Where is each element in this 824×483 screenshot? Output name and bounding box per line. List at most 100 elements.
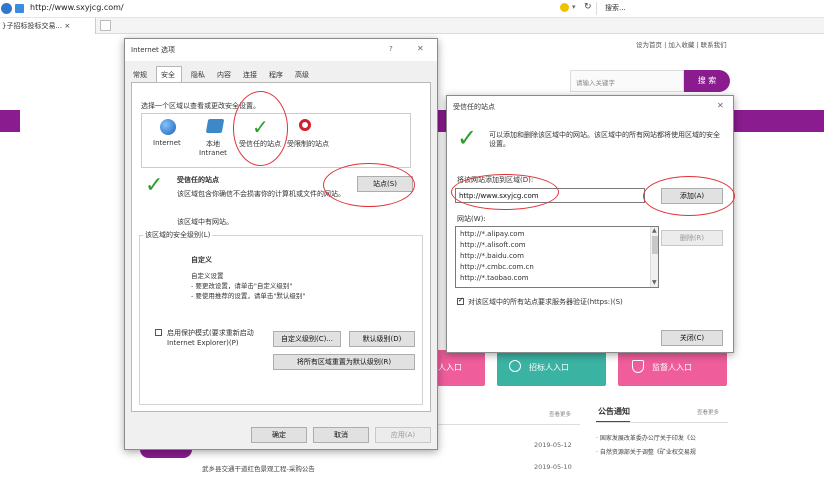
site-entry[interactable]: http://*.taobao.com	[460, 274, 529, 282]
site-entry[interactable]: http://*.alipay.com	[460, 230, 524, 238]
zone-has-sites: 该区域中有网站。	[177, 218, 233, 226]
zone-intranet-label[interactable]: 本地 Intranet	[199, 139, 227, 157]
browser-search-box[interactable]: 搜索...	[596, 2, 824, 15]
dropdown-icon[interactable]: ▾	[572, 3, 576, 11]
https-checkbox[interactable]: ✓	[457, 296, 464, 305]
protected-mode-label: 启用保护模式(要求重新启动 Internet Explorer)(P)	[167, 329, 254, 347]
tab-programs[interactable]: 程序	[269, 70, 283, 80]
notice-item-1[interactable]: · 国家发展改革委办公厅关于印发《公	[596, 433, 696, 442]
scroll-up-icon[interactable]: ▲	[652, 227, 657, 234]
cancel-button[interactable]: 取消	[313, 427, 369, 443]
default-level-button-label: 默认级别(D)	[362, 335, 402, 343]
site-search-input[interactable]: 请输入关键字	[570, 70, 684, 92]
trusted-titlebar: 受信任的站点 ✕	[447, 96, 733, 116]
tab-general[interactable]: 常规	[133, 70, 147, 80]
cancel-button-label: 取消	[334, 431, 348, 439]
left-list-divider	[435, 424, 580, 425]
ok-button[interactable]: 确定	[251, 427, 307, 443]
tab-security[interactable]: 安全	[161, 70, 175, 80]
security-icon[interactable]	[560, 3, 569, 12]
new-tab-icon[interactable]	[100, 20, 111, 31]
apply-button[interactable]: 应用(A)	[375, 427, 431, 443]
security-level-group	[139, 235, 423, 405]
notice-title: 公告通知	[598, 407, 630, 416]
bidder-entry-label: 招标人入口	[529, 363, 569, 372]
reset-all-zones-button-label: 将所有区域重置为默认级别(R)	[296, 358, 392, 366]
supervisor-entry[interactable]: 监督人入口	[618, 350, 727, 386]
bidder-entry[interactable]: 招标人入口	[497, 350, 606, 386]
notice-divider	[596, 422, 728, 423]
apply-button-label: 应用(A)	[390, 431, 416, 439]
notice-more[interactable]: 查看更多	[697, 408, 719, 416]
supervisor-entry-label: 监督人入口	[652, 363, 692, 372]
list-date-1: 2019-05-12	[534, 441, 572, 449]
tab-connections[interactable]: 连接	[243, 70, 257, 80]
back-icon[interactable]	[1, 3, 12, 14]
tab-privacy[interactable]: 隐私	[191, 70, 205, 80]
annotation-circle-trusted	[233, 91, 288, 166]
https-checkbox-check-icon: ✓	[458, 296, 464, 304]
custom-level-button-label: 自定义级别(C)...	[280, 335, 334, 343]
browser-tab[interactable]: }子招标投标交易... ×	[0, 18, 96, 34]
scroll-thumb[interactable]	[652, 236, 658, 254]
globe-icon[interactable]	[160, 119, 176, 135]
remove-site-button[interactable]: 删除(R)	[661, 230, 723, 246]
left-list-more[interactable]: 查看更多	[549, 410, 571, 418]
zone-restricted-label[interactable]: 受限制的站点	[287, 139, 329, 149]
annotation-circle-url	[451, 174, 559, 210]
sites-scrollbar[interactable]: ▲ ▼	[650, 227, 658, 287]
site-top-links[interactable]: 设为首页 | 加入收藏 | 联系我们	[636, 39, 727, 49]
https-checkbox-label: 对该区域中的所有站点要求服务器验证(https:)(S)	[468, 298, 623, 306]
site-entry[interactable]: http://*.alisoft.com	[460, 241, 526, 249]
sites-list-label: 网站(W):	[457, 215, 486, 223]
intranet-icon[interactable]	[205, 119, 225, 133]
trusted-check-icon-large: ✓	[457, 124, 478, 152]
site-entry[interactable]: http://*.cmbc.com.cn	[460, 263, 534, 271]
notice-item-2[interactable]: · 自然资源部关于调整《矿业权交易规	[596, 447, 696, 456]
close-icon[interactable]: ✕	[417, 44, 424, 53]
restricted-icon[interactable]	[299, 119, 311, 131]
scroll-down-icon[interactable]: ▼	[652, 279, 657, 286]
dialog-titlebar: Internet 选项 ? ✕	[125, 39, 437, 61]
site-search-button[interactable]: 搜 索	[684, 70, 730, 92]
site-entry[interactable]: http://*.baidu.com	[460, 252, 524, 260]
tab-advanced[interactable]: 高级	[295, 70, 309, 80]
help-icon[interactable]: ?	[389, 45, 393, 53]
list-date-2: 2019-05-10	[534, 463, 572, 471]
custom-line-2: - 要更改设置，请单击"自定义级别"	[191, 282, 293, 290]
dialog-title: Internet 选项	[131, 46, 176, 54]
default-level-button[interactable]: 默认级别(D)	[349, 331, 415, 347]
custom-line-1: 自定义设置	[191, 272, 224, 280]
close-button-label: 关闭(C)	[679, 334, 705, 342]
refresh-icon[interactable]: ↻	[584, 2, 592, 12]
close-button[interactable]: 关闭(C)	[661, 330, 723, 346]
site-search-button-label: 搜 索	[697, 76, 717, 85]
protected-mode-checkbox[interactable]	[155, 329, 162, 336]
ok-button-label: 确定	[272, 431, 286, 439]
custom-title: 自定义	[191, 256, 212, 264]
shield-icon	[632, 360, 644, 373]
zone-internet-label[interactable]: Internet	[153, 139, 181, 147]
trusted-sites-dialog: 受信任的站点 ✕ ✓ 可以添加和删除该区域中的网站。该区域中的所有网站都将使用区…	[446, 95, 735, 353]
trusted-close-icon[interactable]: ✕	[717, 101, 724, 110]
remove-site-button-label: 删除(R)	[679, 234, 705, 242]
page-icon	[15, 4, 24, 13]
trusted-info-text: 可以添加和删除该区域中的网站。该区域中的所有网站都将使用区域的安全设置。	[489, 131, 720, 148]
url-text[interactable]: http://www.sxyjcg.com/	[30, 3, 124, 12]
trusted-dialog-title: 受信任的站点	[453, 103, 495, 111]
site-search-placeholder: 请输入关键字	[576, 79, 615, 87]
site-nav-bar-left	[0, 110, 20, 132]
tab-strip: }子招标投标交易... ×	[0, 18, 824, 34]
annotation-circle-sites	[323, 163, 415, 207]
custom-level-button[interactable]: 自定义级别(C)...	[273, 331, 341, 347]
address-bar: http://www.sxyjcg.com/ ▾ ↻ 搜索...	[0, 0, 824, 18]
tab-content[interactable]: 内容	[217, 70, 231, 80]
annotation-circle-add	[643, 176, 735, 216]
reset-all-zones-button[interactable]: 将所有区域重置为默认级别(R)	[273, 354, 415, 370]
selected-zone-desc: 该区域包含你确信不会损害你的计算机或文件的网站。	[177, 190, 345, 198]
selected-zone-check-icon: ✓	[145, 173, 164, 198]
internet-options-dialog: Internet 选项 ? ✕ 常规 安全 隐私 内容 连接 程序 高级 选择一…	[124, 38, 438, 450]
custom-line-3: - 要使用推荐的设置，请单击"默认级别"	[191, 292, 306, 300]
list-item-2[interactable]: 武乡县交通干道红色景观工程-采购公告	[202, 463, 315, 473]
sites-list[interactable]: http://*.alipay.com http://*.alisoft.com…	[455, 226, 659, 288]
